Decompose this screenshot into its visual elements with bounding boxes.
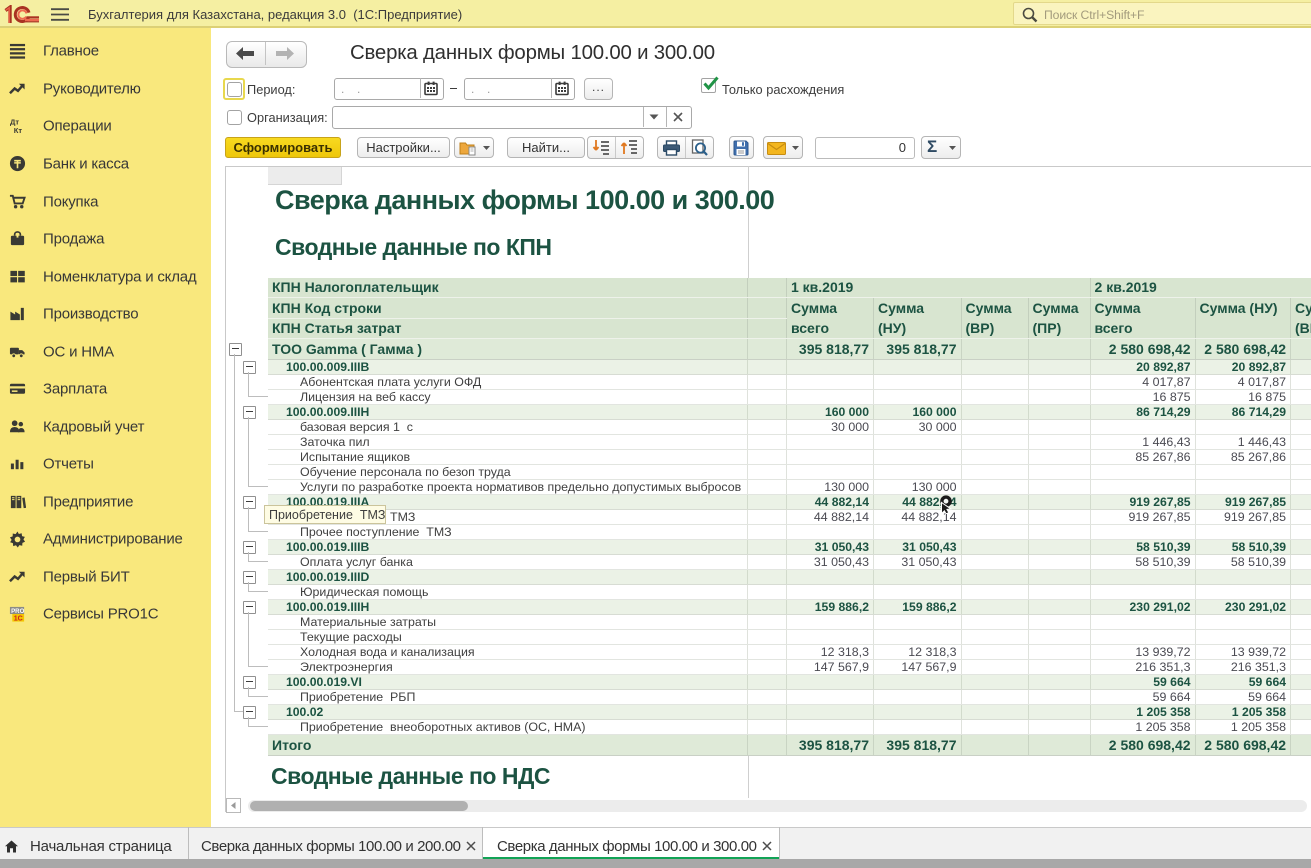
svg-text:1C: 1C bbox=[14, 615, 23, 623]
svg-text:Кт: Кт bbox=[14, 126, 23, 135]
